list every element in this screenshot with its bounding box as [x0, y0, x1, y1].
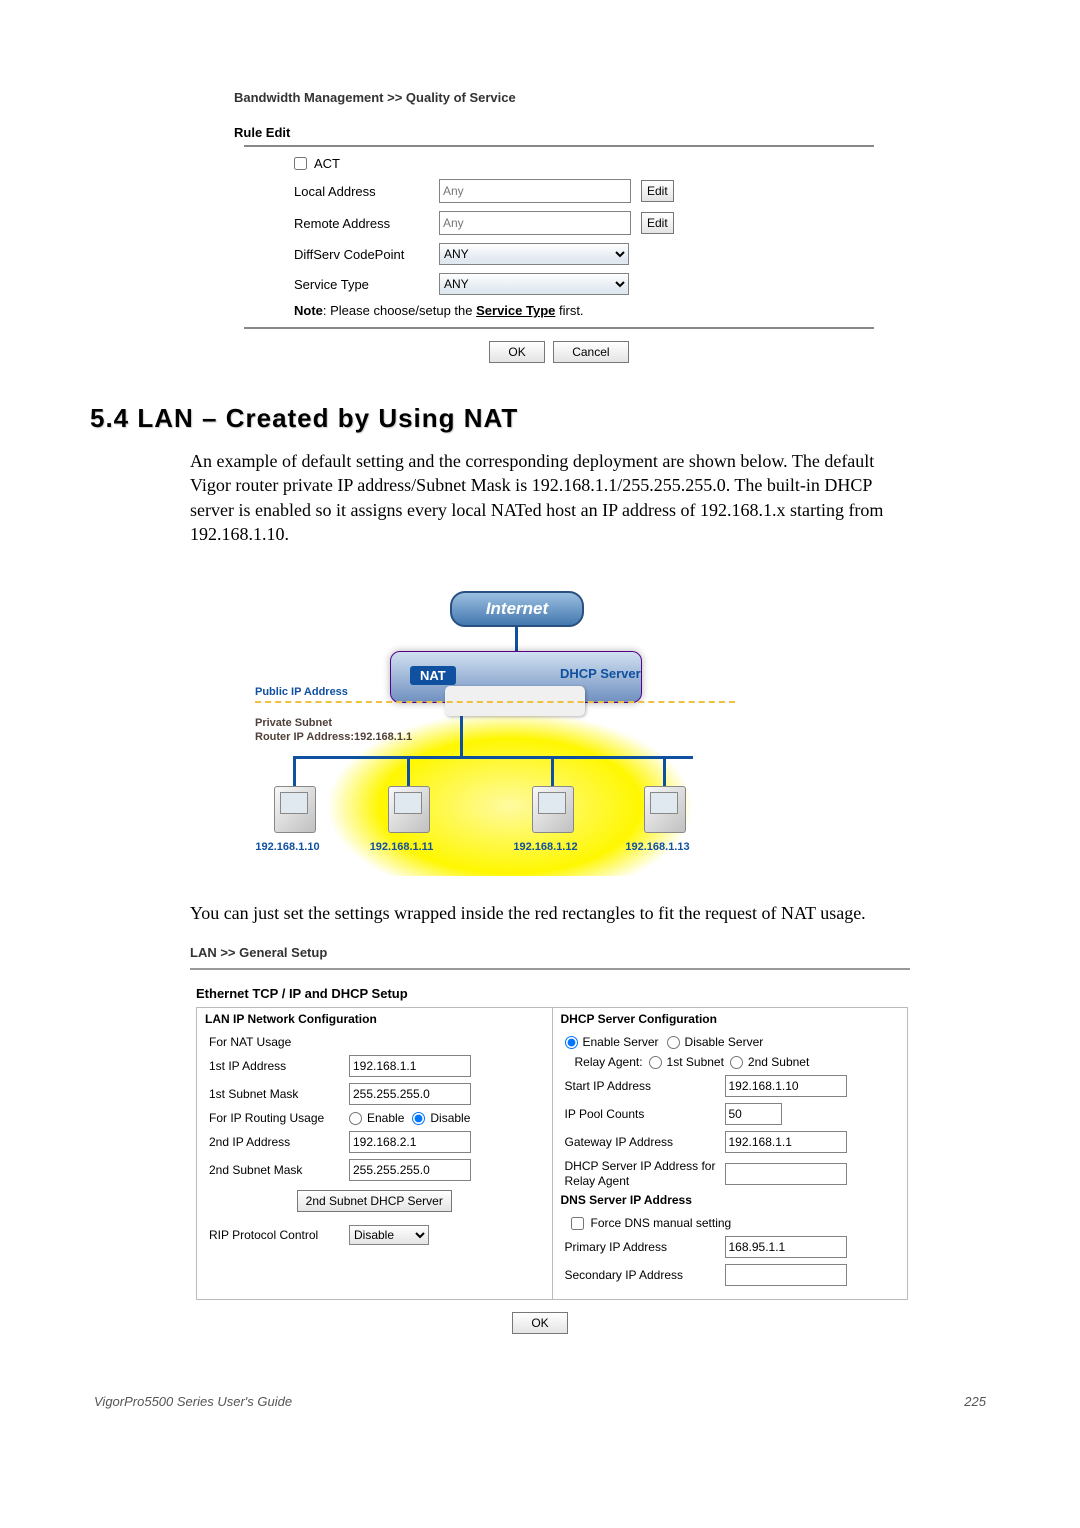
footer-left: VigorPro5500 Series User's Guide [94, 1394, 292, 1409]
private-subnet-label: Private SubnetRouter IP Address:192.168.… [255, 716, 412, 745]
ok-button-2[interactable]: OK [512, 1312, 567, 1334]
service-type-label: Service Type [294, 277, 439, 292]
pool-label: IP Pool Counts [561, 1107, 725, 1121]
ip2-label: 2nd IP Address [205, 1135, 349, 1149]
note-row: Note: Please choose/setup the Service Ty… [244, 299, 874, 322]
ip2-input[interactable] [349, 1131, 471, 1153]
primary-ip-label: Primary IP Address [561, 1240, 725, 1254]
cancel-button[interactable]: Cancel [553, 341, 628, 363]
for-nat-label: For NAT Usage [205, 1032, 544, 1052]
relay-1st-radio[interactable] [649, 1056, 662, 1069]
internet-box: Internet [450, 591, 584, 627]
pc-icon [388, 786, 430, 833]
local-address-label: Local Address [294, 184, 439, 199]
ip1-label: 1st IP Address [205, 1059, 349, 1073]
act-checkbox[interactable] [294, 157, 307, 170]
lan-setup-panel: LAN IP Network Configuration For NAT Usa… [196, 1007, 908, 1300]
secondary-ip-input[interactable] [725, 1264, 847, 1286]
rule-edit-title: Rule Edit [234, 125, 990, 140]
dns-header: DNS Server IP Address [561, 1193, 900, 1207]
lan-config-header: LAN IP Network Configuration [205, 1012, 544, 1026]
routing-disable-radio[interactable] [412, 1112, 425, 1125]
disable-label: Disable [430, 1111, 470, 1125]
remote-address-input[interactable] [439, 211, 631, 235]
start-ip-input[interactable] [725, 1075, 847, 1097]
page-number: 225 [964, 1394, 986, 1409]
panel2-title: Ethernet TCP / IP and DHCP Setup [196, 986, 990, 1001]
second-subnet-dhcp-button[interactable]: 2nd Subnet DHCP Server [297, 1190, 452, 1212]
dhcp-relay-ip-input[interactable] [725, 1163, 847, 1185]
mask1-input[interactable] [349, 1083, 471, 1105]
act-label: ACT [314, 156, 340, 171]
divider [190, 968, 910, 970]
enable-label: Enable [367, 1111, 404, 1125]
rip-label: RIP Protocol Control [205, 1228, 349, 1242]
nat-label: NAT [410, 666, 456, 685]
breadcrumb-2: LAN >> General Setup [190, 945, 990, 960]
enable-server-radio[interactable] [565, 1036, 578, 1049]
secondary-ip-label: Secondary IP Address [561, 1268, 725, 1282]
service-type-select[interactable]: ANY [439, 273, 629, 295]
force-dns-label: Force DNS manual setting [591, 1216, 732, 1230]
pc-icon [274, 786, 316, 833]
edit-remote-button[interactable]: Edit [641, 212, 674, 234]
paragraph-1: An example of default setting and the co… [190, 449, 910, 546]
start-ip-label: Start IP Address [561, 1079, 725, 1093]
disable-server-radio[interactable] [667, 1036, 680, 1049]
pc3-ip: 192.168.1.12 [508, 841, 583, 853]
remote-address-label: Remote Address [294, 216, 439, 231]
diffserv-label: DiffServ CodePoint [294, 247, 439, 262]
pc2-ip: 192.168.1.11 [364, 841, 439, 853]
enable-server-label: Enable Server [583, 1035, 659, 1049]
pc-icon [532, 786, 574, 833]
pc4-ip: 192.168.1.13 [620, 841, 695, 853]
pc-icon [644, 786, 686, 833]
rip-select[interactable]: Disable [349, 1225, 429, 1245]
ok-button[interactable]: OK [489, 341, 544, 363]
edit-local-button[interactable]: Edit [641, 180, 674, 202]
routing-enable-radio[interactable] [349, 1112, 362, 1125]
rule-edit-panel: ACT Local Address Edit Remote Address Ed… [244, 145, 874, 329]
mask2-input[interactable] [349, 1159, 471, 1181]
force-dns-checkbox[interactable] [571, 1217, 584, 1230]
service-type-link[interactable]: Service Type [476, 303, 555, 318]
gateway-input[interactable] [725, 1131, 847, 1153]
dhcp-relay-ip-label: DHCP Server IP Address for Relay Agent [561, 1159, 725, 1188]
mask1-label: 1st Subnet Mask [205, 1087, 349, 1101]
relay-2nd-label: 2nd Subnet [748, 1055, 809, 1069]
mask2-label: 2nd Subnet Mask [205, 1163, 349, 1177]
dhcp-label: DHCP Server [560, 666, 641, 681]
primary-ip-input[interactable] [725, 1236, 847, 1258]
pool-input[interactable] [725, 1103, 782, 1125]
ip1-input[interactable] [349, 1055, 471, 1077]
relay-2nd-radio[interactable] [730, 1056, 743, 1069]
pc1-ip: 192.168.1.10 [250, 841, 325, 853]
routing-label: For IP Routing Usage [205, 1111, 349, 1125]
section-heading: 5.4 LAN – Created by Using NAT [90, 403, 990, 434]
local-address-input[interactable] [439, 179, 631, 203]
diffserv-select[interactable]: ANY [439, 243, 629, 265]
disable-server-label: Disable Server [685, 1035, 764, 1049]
network-diagram: Internet NAT DHCP Server Public IP Addre… [200, 566, 770, 876]
paragraph-2: You can just set the settings wrapped in… [190, 901, 910, 925]
breadcrumb: Bandwidth Management >> Quality of Servi… [234, 90, 990, 105]
dhcp-config-header: DHCP Server Configuration [561, 1012, 900, 1026]
relay-label: Relay Agent: [575, 1055, 643, 1069]
gateway-label: Gateway IP Address [561, 1135, 725, 1149]
public-ip-label: Public IP Address [255, 686, 348, 698]
relay-1st-label: 1st Subnet [667, 1055, 724, 1069]
